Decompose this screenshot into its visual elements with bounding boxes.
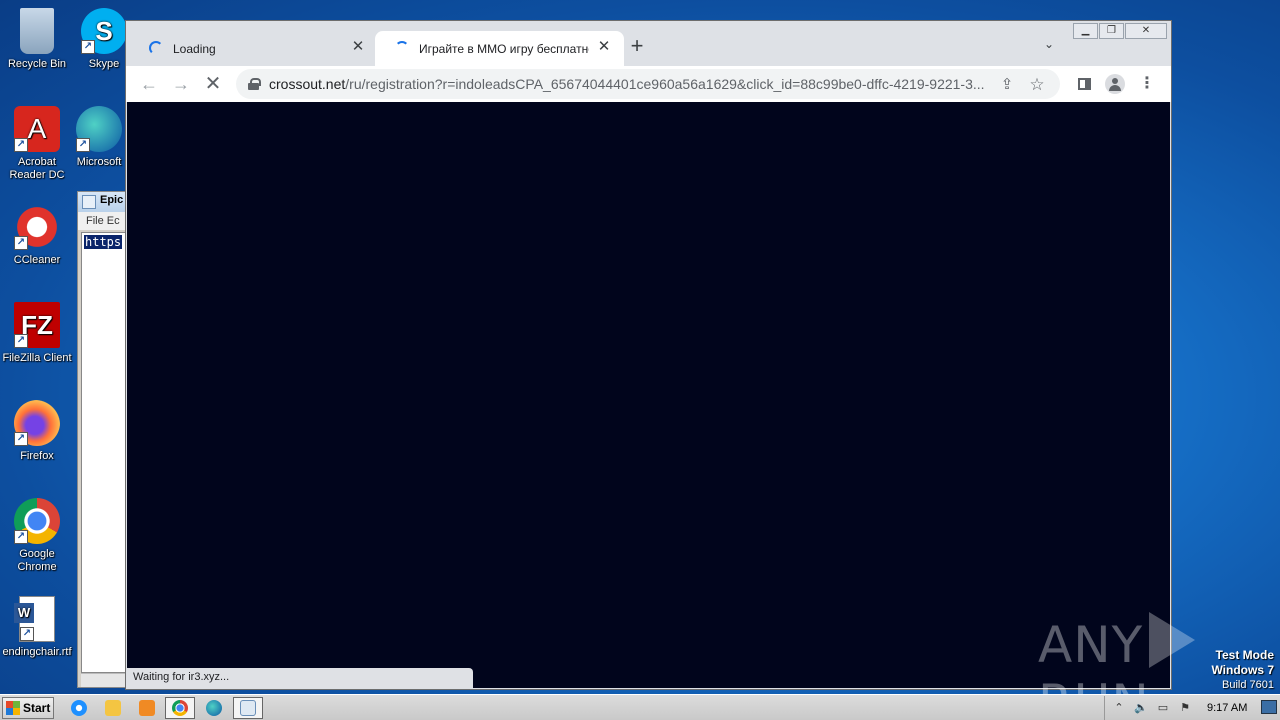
taskbar: Start ⌃ 🔈 ▭ ⚑ 9:17 AM bbox=[0, 694, 1280, 720]
windows-flag-icon bbox=[6, 701, 20, 715]
desktop-icon-recycle-bin[interactable]: Recycle Bin bbox=[0, 8, 74, 71]
window-controls: ▁ ❐ ✕ bbox=[1072, 23, 1167, 39]
taskbar-edge[interactable] bbox=[199, 697, 229, 719]
kebab-menu-icon[interactable]: ⋮ bbox=[1137, 74, 1157, 94]
url-text[interactable]: crossout.net/ru/registration?r=indoleads… bbox=[269, 76, 989, 92]
recycle-bin-icon bbox=[20, 8, 54, 54]
network-icon[interactable]: ▭ bbox=[1155, 701, 1171, 715]
tab-title: Играйте в ММО игру бесплатно — bbox=[419, 41, 589, 56]
notepad-window[interactable]: Epic File Ec https bbox=[77, 191, 127, 688]
close-tab-icon[interactable]: ✕ bbox=[596, 39, 612, 55]
bookmark-star-icon[interactable]: ☆ bbox=[1028, 76, 1046, 94]
clock[interactable]: 9:17 AM bbox=[1207, 702, 1247, 714]
back-arrow-icon[interactable]: ← bbox=[137, 72, 161, 96]
folder-icon bbox=[105, 700, 121, 716]
desktop-icon-label: Acrobat Reader DC bbox=[9, 156, 65, 181]
desktop-icon-label: FileZilla Client bbox=[2, 352, 72, 364]
test-mode-notice: Test Mode Windows 7 Build 7601 bbox=[1211, 648, 1274, 693]
watermark-left: ANY bbox=[1038, 616, 1144, 674]
ccleaner-icon: ↗ bbox=[14, 204, 60, 250]
word-doc-icon: W ↗ bbox=[14, 596, 55, 642]
url-host: crossout.net bbox=[269, 76, 346, 92]
taskbar-ie[interactable] bbox=[64, 697, 94, 719]
taskbar-media-player[interactable] bbox=[132, 697, 162, 719]
browser-toolbar: ← → ✕ crossout.net/ru/registration?r=ind… bbox=[126, 66, 1171, 102]
desktop-icon-filezilla[interactable]: FZ ↗ FileZilla Client bbox=[0, 302, 74, 365]
desktop-icon-label: Skype bbox=[88, 58, 120, 70]
skype-icon: S ↗ bbox=[81, 8, 127, 54]
show-desktop-icon[interactable] bbox=[1261, 700, 1277, 714]
tab-loading[interactable]: Loading ✕ bbox=[129, 31, 378, 66]
window-close-button[interactable]: ✕ bbox=[1125, 23, 1167, 39]
stop-loading-icon[interactable]: ✕ bbox=[201, 72, 225, 96]
desktop-icon-rtf[interactable]: W ↗ endingchair.rtf bbox=[0, 596, 74, 659]
media-player-icon bbox=[139, 700, 155, 716]
desktop-icon-ccleaner[interactable]: ↗ CCleaner bbox=[0, 204, 74, 267]
start-button[interactable]: Start bbox=[2, 697, 54, 719]
desktop-icon-edge[interactable]: ↗ Microsoft bbox=[74, 106, 124, 169]
status-bubble: Waiting for ir3.xyz... bbox=[127, 668, 473, 688]
build-line: Build 7601 bbox=[1222, 679, 1274, 691]
notepad-horizontal-scrollbar[interactable] bbox=[81, 673, 126, 687]
tab-search-chevron-icon[interactable]: ⌄ bbox=[1044, 37, 1054, 51]
show-hidden-icons-chevron-icon[interactable]: ⌃ bbox=[1111, 701, 1127, 715]
edge-icon bbox=[206, 700, 222, 716]
minimize-button[interactable]: ▁ bbox=[1073, 23, 1098, 39]
filezilla-icon: FZ ↗ bbox=[14, 302, 60, 348]
desktop-icon-label: Microsoft bbox=[76, 156, 122, 168]
address-bar[interactable]: crossout.net/ru/registration?r=indoleads… bbox=[236, 69, 1060, 99]
action-center-flag-icon[interactable]: ⚑ bbox=[1177, 701, 1193, 715]
tab-active[interactable]: Играйте в ММО игру бесплатно — ✕ bbox=[375, 31, 624, 66]
desktop-icon-label: CCleaner bbox=[13, 254, 61, 266]
acrobat-icon: A ↗ bbox=[14, 106, 60, 152]
notepad-menubar[interactable]: File Ec bbox=[78, 212, 126, 230]
notepad-text-area[interactable]: https bbox=[81, 232, 126, 673]
taskbar-chrome[interactable] bbox=[165, 697, 195, 719]
taskbar-notepad[interactable] bbox=[233, 697, 263, 719]
new-tab-button[interactable]: + bbox=[625, 35, 649, 57]
chrome-icon: ↗ bbox=[14, 498, 60, 544]
restore-button[interactable]: ❐ bbox=[1099, 23, 1124, 39]
profile-avatar-icon[interactable] bbox=[1105, 74, 1125, 94]
desktop-icon-firefox[interactable]: ↗ Firefox bbox=[0, 400, 74, 463]
taskbar-explorer[interactable] bbox=[98, 697, 128, 719]
notepad-selected-text: https bbox=[84, 235, 123, 249]
desktop-icon-acrobat[interactable]: A ↗ Acrobat Reader DC bbox=[0, 106, 74, 182]
test-mode-line: Test Mode bbox=[1215, 648, 1274, 662]
url-path: /ru/registration?r=indoleadsCPA_65674044… bbox=[345, 76, 985, 92]
desktop-icon-label: Recycle Bin bbox=[7, 58, 67, 70]
chrome-icon bbox=[172, 700, 188, 716]
play-logo-icon bbox=[1149, 612, 1196, 668]
desktop-icon-label: Firefox bbox=[20, 450, 54, 462]
loading-spinner-icon bbox=[395, 41, 409, 55]
side-panel-icon[interactable] bbox=[1074, 74, 1094, 94]
firefox-icon: ↗ bbox=[14, 400, 60, 446]
notepad-icon bbox=[240, 700, 256, 716]
internet-explorer-icon bbox=[71, 700, 87, 716]
chrome-window[interactable]: Loading ✕ Играйте в ММО игру бесплатно —… bbox=[125, 20, 1172, 690]
notepad-titlebar[interactable]: Epic bbox=[78, 192, 126, 212]
forward-arrow-icon[interactable]: → bbox=[169, 72, 193, 96]
system-tray: ⌃ 🔈 ▭ ⚑ 9:17 AM bbox=[1104, 696, 1280, 720]
lock-icon[interactable] bbox=[248, 78, 261, 90]
desktop-icon-label: Google Chrome bbox=[17, 548, 57, 573]
close-tab-icon[interactable]: ✕ bbox=[350, 39, 366, 55]
tab-strip: Loading ✕ Играйте в ММО игру бесплатно —… bbox=[126, 21, 1171, 66]
notepad-title: Epic bbox=[100, 194, 124, 206]
notepad-icon bbox=[82, 195, 96, 209]
volume-icon[interactable]: 🔈 bbox=[1133, 701, 1149, 715]
start-label: Start bbox=[23, 701, 51, 715]
desktop-icon-label: endingchair.rtf bbox=[2, 646, 72, 658]
tab-title: Loading bbox=[173, 41, 216, 56]
edge-icon: ↗ bbox=[76, 106, 122, 152]
loading-spinner-icon bbox=[149, 41, 163, 55]
desktop-icon-chrome[interactable]: ↗ Google Chrome bbox=[0, 498, 74, 574]
page-content[interactable]: Waiting for ir3.xyz... bbox=[127, 102, 1170, 688]
share-icon[interactable]: ⇪ bbox=[998, 76, 1016, 94]
windows-version-line: Windows 7 bbox=[1211, 663, 1274, 677]
